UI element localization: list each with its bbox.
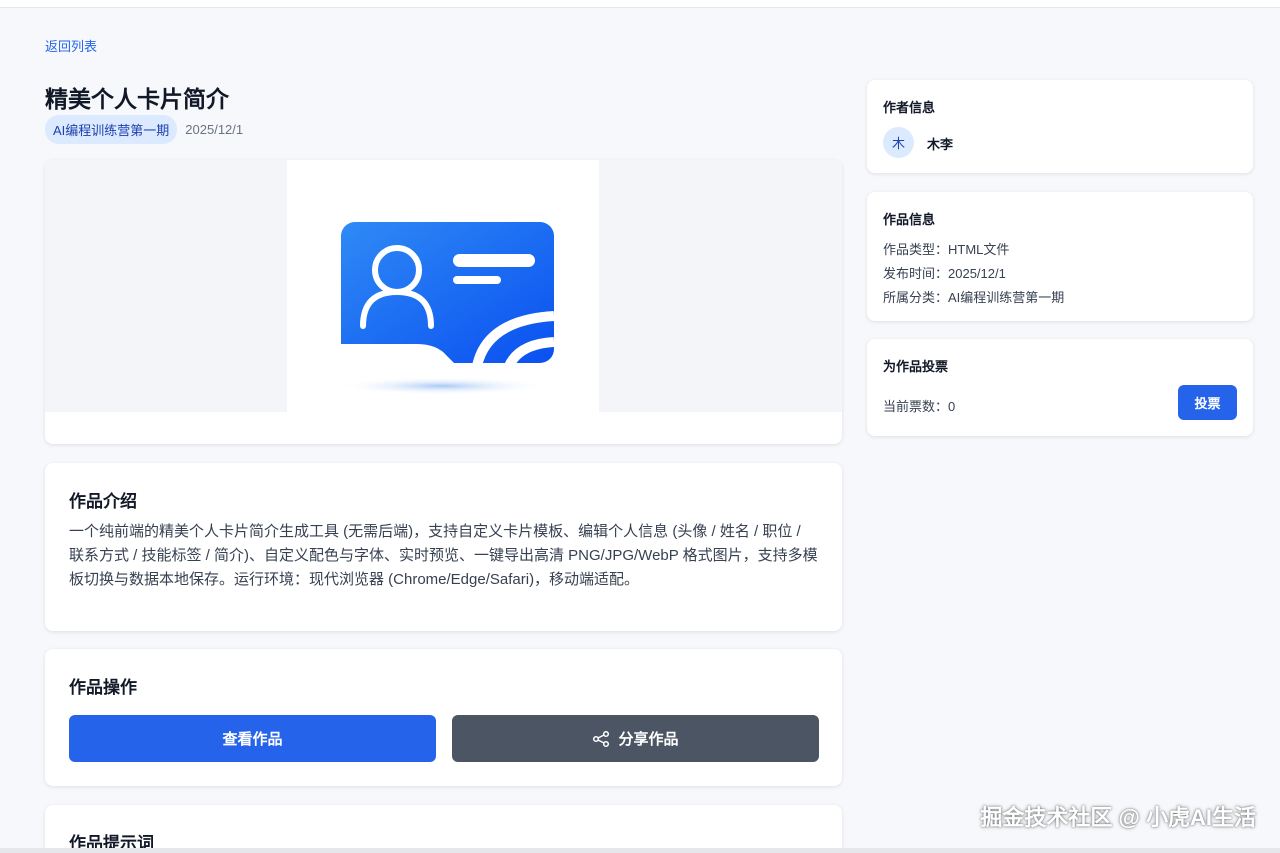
back-to-list-link[interactable]: 返回列表 — [45, 36, 97, 55]
category-tag[interactable]: AI编程训练营第一期 — [45, 115, 178, 144]
publish-date: 2025/12/1 — [185, 122, 244, 137]
id-card-icon — [337, 222, 555, 395]
share-icon — [593, 730, 610, 747]
intro-card: 作品介绍 一个纯前端的精美个人卡片简介生成工具 (无需后端)，支持自定义卡片模板… — [45, 463, 842, 631]
avatar[interactable]: 木 — [883, 127, 914, 158]
cover-image — [287, 160, 599, 412]
work-type-row: 作品类型：HTML文件 — [883, 242, 1010, 257]
work-info-card: 作品信息 作品类型：HTML文件 发布时间：2025/12/1 所属分类：AI编… — [867, 192, 1253, 321]
share-work-label: 分享作品 — [618, 731, 679, 748]
vote-heading: 为作品投票 — [883, 359, 949, 374]
prompt-card: 作品提示词 — [45, 805, 842, 853]
vote-count: 当前票数：0 — [883, 399, 956, 414]
author-name[interactable]: 木李 — [927, 134, 953, 153]
author-heading: 作者信息 — [883, 100, 936, 115]
bottom-border — [0, 848, 1280, 853]
page-title: 精美个人卡片简介 — [45, 86, 229, 112]
vote-button[interactable]: 投票 — [1178, 385, 1237, 420]
publish-time-row: 发布时间：2025/12/1 — [883, 266, 1006, 281]
top-border — [0, 0, 1280, 8]
vote-card: 为作品投票 当前票数：0 投票 — [867, 339, 1253, 436]
operations-heading: 作品操作 — [69, 678, 137, 697]
intro-heading: 作品介绍 — [69, 492, 137, 511]
work-info-heading: 作品信息 — [883, 212, 936, 227]
share-work-button[interactable]: 分享作品 — [452, 715, 819, 762]
category-row: 所属分类：AI编程训练营第一期 — [883, 290, 1065, 305]
intro-text: 一个纯前端的精美个人卡片简介生成工具 (无需后端)，支持自定义卡片模板、编辑个人… — [69, 523, 818, 588]
author-card: 作者信息 木 木李 — [867, 80, 1253, 173]
cover-card — [45, 160, 842, 444]
work-meta: AI编程训练营第一期 2025/12/1 — [45, 115, 243, 144]
view-work-label: 查看作品 — [222, 731, 283, 748]
view-work-button[interactable]: 查看作品 — [69, 715, 436, 762]
watermark: 掘金技术社区 @ 小虎AI生活 — [980, 805, 1256, 830]
operations-card: 作品操作 查看作品 分享作品 — [45, 649, 842, 786]
